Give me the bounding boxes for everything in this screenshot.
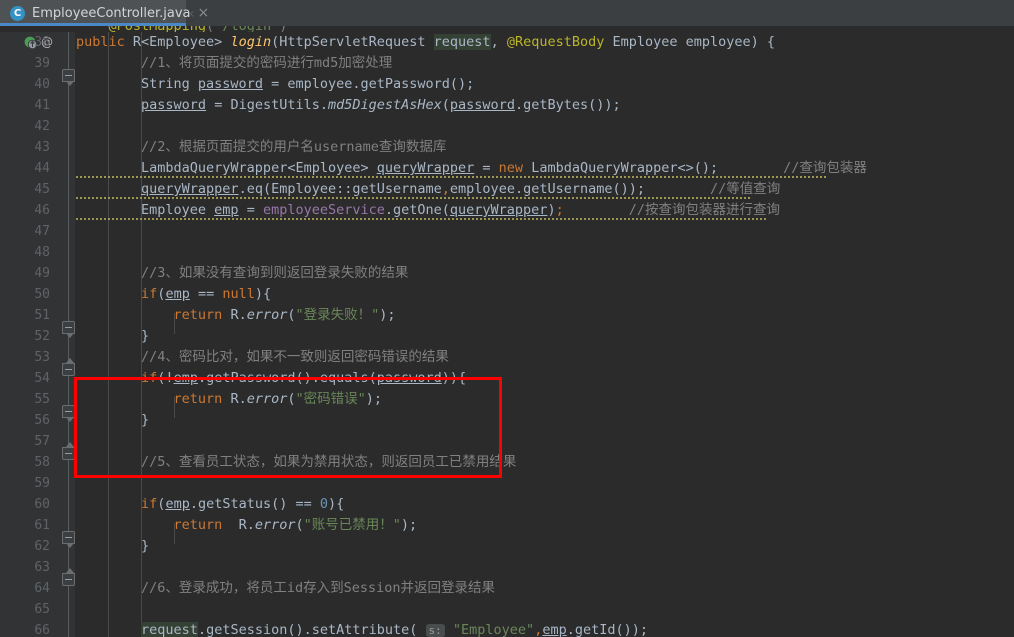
line-number: 46: [34, 203, 50, 218]
line-number: 54: [34, 371, 50, 386]
line-number: 58: [34, 455, 50, 470]
code-line-47[interactable]: 47: [0, 221, 1014, 242]
line-number: 49: [34, 266, 50, 281]
code-line-54[interactable]: 54 if(!emp.getPassword().equals(password…: [0, 368, 1014, 389]
line-number: 59: [34, 476, 50, 491]
code-line-62[interactable]: 62 }: [0, 536, 1014, 557]
line-number: 40: [34, 77, 50, 92]
code-line-65[interactable]: 65: [0, 599, 1014, 620]
warning-underline: [76, 176, 828, 178]
parameter-name-hint: s:: [425, 624, 445, 637]
code-text: }: [76, 412, 150, 428]
code-line-38[interactable]: 38 public R<Employee> login(HttpServletR…: [0, 32, 1014, 53]
warning-underline: [76, 218, 766, 220]
code-editor[interactable]: @ 38 public R<Employee> login(HttpServle…: [0, 32, 1014, 637]
code-line-60[interactable]: 60 if(emp.getStatus() == 0){: [0, 494, 1014, 515]
code-text: //1、将页面提交的密码进行md5加密处理: [76, 55, 393, 71]
code-line-56[interactable]: 56 }: [0, 410, 1014, 431]
code-text: //6、登录成功，将员工id存入到Session并返回登录结果: [76, 580, 496, 596]
code-line-53[interactable]: 53 //4、密码比对，如果不一致则返回密码错误的结果: [0, 347, 1014, 368]
line-number: 47: [34, 224, 50, 239]
line-number: 55: [34, 392, 50, 407]
line-number: 60: [34, 497, 50, 512]
line-number: 48: [34, 245, 50, 260]
line-number: 66: [34, 623, 50, 637]
code-text: String password = employee.getPassword()…: [76, 76, 475, 92]
code-line-59[interactable]: 59: [0, 473, 1014, 494]
line-number: 63: [34, 560, 50, 575]
code-line-64[interactable]: 64 //6、登录成功，将员工id存入到Session并返回登录结果: [0, 578, 1014, 599]
code-line-44[interactable]: 44 LambdaQueryWrapper<Employee> queryWra…: [0, 158, 1014, 179]
line-number: 52: [34, 329, 50, 344]
code-text: //5、查看员工状态，如果为禁用状态，则返回员工已禁用结果: [76, 454, 517, 470]
code-text: return R.error("登录失败！");: [173, 307, 396, 323]
code-text: if(emp == null){: [141, 286, 272, 302]
code-text: }: [76, 328, 150, 344]
code-text: if(emp.getStatus() == 0){: [141, 496, 345, 512]
code-line-58[interactable]: 58 //5、查看员工状态，如果为禁用状态，则返回员工已禁用结果: [0, 452, 1014, 473]
code-text: }: [76, 538, 150, 554]
code-line-43[interactable]: 43 //2、根据页面提交的用户名username查询数据库: [0, 137, 1014, 158]
java-class-icon: C: [10, 5, 25, 21]
code-text: return R.error("账号已禁用！");: [173, 517, 418, 533]
code-line-52[interactable]: 52 }: [0, 326, 1014, 347]
tab-label: EmployeeController.java: [32, 5, 191, 21]
line-number: 44: [34, 161, 50, 176]
line-number: 50: [34, 287, 50, 302]
code-text: public R<Employee> login(HttpServletRequ…: [76, 34, 776, 50]
code-text: request.getSession().setAttribute( s: "E…: [141, 622, 648, 637]
code-line-57[interactable]: 57: [0, 431, 1014, 452]
warning-underline: [76, 197, 752, 199]
chevron-left-icon[interactable]: ‹: [189, 6, 195, 22]
line-number: 62: [34, 539, 50, 554]
close-icon[interactable]: ×: [198, 6, 210, 20]
line-number: 57: [34, 434, 50, 449]
editor-tab-bar: C EmployeeController.java × ‹: [0, 0, 1014, 26]
code-line-45[interactable]: 45 queryWrapper.eq(Employee::getUsername…: [0, 179, 1014, 200]
code-line-63[interactable]: 63: [0, 557, 1014, 578]
code-line-39[interactable]: 39 //1、将页面提交的密码进行md5加密处理: [0, 53, 1014, 74]
code-line-41[interactable]: 41 password = DigestUtils.md5DigestAsHex…: [0, 95, 1014, 116]
line-number: 51: [34, 308, 50, 323]
line-number: 45: [34, 182, 50, 197]
code-line-66[interactable]: 66 request.getSession().setAttribute( s:…: [0, 620, 1014, 637]
code-text: password = DigestUtils.md5DigestAsHex(pa…: [141, 97, 621, 113]
code-line-55[interactable]: 55 return R.error("密码错误");: [0, 389, 1014, 410]
code-line-46[interactable]: 46 Employee emp = employeeService.getOne…: [0, 200, 1014, 221]
code-line-61[interactable]: 61 return R.error("账号已禁用！");: [0, 515, 1014, 536]
line-number: 65: [34, 602, 50, 617]
code-line-51[interactable]: 51 return R.error("登录失败！");: [0, 305, 1014, 326]
code-text: if(!emp.getPassword().equals(password)){: [141, 370, 467, 386]
line-number: 64: [34, 581, 50, 596]
tab-employeecontroller-java[interactable]: C EmployeeController.java ×: [0, 0, 209, 26]
line-number: 41: [34, 98, 50, 113]
code-text: //3、如果没有查询到则返回登录失败的结果: [76, 265, 409, 281]
code-text: //2、根据页面提交的用户名username查询数据库: [76, 139, 447, 155]
line-number: 38: [34, 35, 50, 50]
line-number: 53: [34, 350, 50, 365]
line-number: 43: [34, 140, 50, 155]
line-number: 42: [34, 119, 50, 134]
code-line-50[interactable]: 50 if(emp == null){: [0, 284, 1014, 305]
line-number: 56: [34, 413, 50, 428]
code-line-40[interactable]: 40 String password = employee.getPasswor…: [0, 74, 1014, 95]
line-number: 61: [34, 518, 50, 533]
line-number: 39: [34, 56, 50, 71]
code-text: return R.error("密码错误");: [173, 391, 383, 407]
code-line-48[interactable]: 48: [0, 242, 1014, 263]
code-text: //4、密码比对，如果不一致则返回密码错误的结果: [76, 349, 449, 365]
code-line-49[interactable]: 49 //3、如果没有查询到则返回登录失败的结果: [0, 263, 1014, 284]
code-line-42[interactable]: 42: [0, 116, 1014, 137]
